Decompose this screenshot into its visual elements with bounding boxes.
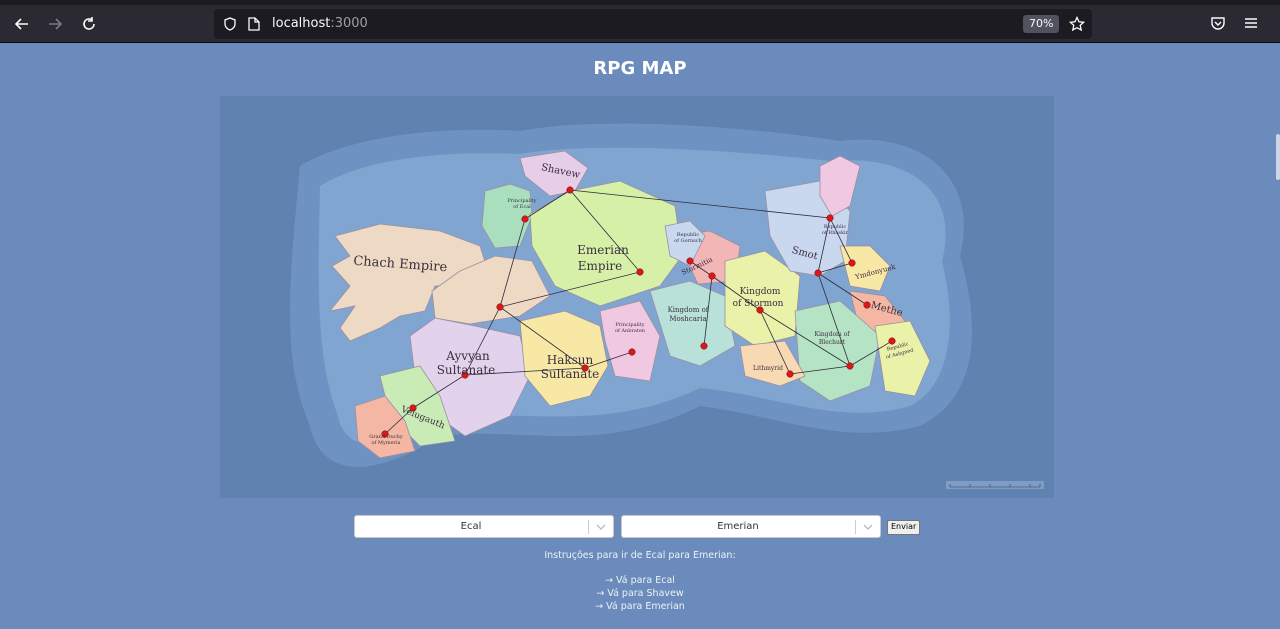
select-separator — [588, 520, 589, 534]
reload-button[interactable] — [74, 9, 104, 39]
map-scale-bar — [946, 481, 1044, 489]
rpg-map: Chach Empire Shavew Principality of Ecal… — [220, 96, 1054, 498]
node-chach-junction[interactable] — [496, 303, 504, 311]
origin-select-value: Ecal — [460, 521, 482, 532]
label-blechurt-1: Kingdom of — [815, 331, 851, 338]
reload-icon — [83, 17, 95, 30]
node-mosucaria[interactable] — [700, 342, 708, 350]
back-button[interactable] — [7, 9, 37, 39]
route-step: → Vá para Ecal — [605, 575, 675, 586]
route-instructions-heading: Instruções para ir de Ecal para Emerian: — [544, 550, 736, 561]
pocket-icon[interactable] — [1210, 15, 1226, 31]
label-haksun-1: Haksun — [547, 353, 594, 367]
label-rhaskir-2: of Rhaskir — [822, 230, 849, 236]
browser-toolbar: localhost:3000 70% — [0, 5, 1280, 43]
label-gornsch-2: of Gornsch — [674, 238, 702, 244]
route-step: → Vá para Emerian — [595, 601, 685, 612]
label-stormon-1: Kingdom — [740, 287, 781, 297]
node-lithmyrid[interactable] — [786, 370, 794, 378]
page-icon — [248, 17, 260, 31]
node-ecal[interactable] — [521, 215, 529, 223]
zoom-level-badge[interactable]: 70% — [1023, 15, 1060, 33]
label-ayvyan-1: Ayvyan — [445, 349, 490, 363]
scrollbar-thumb[interactable] — [1276, 134, 1280, 180]
node-rhaskir[interactable] — [826, 214, 834, 222]
node-blechurt[interactable] — [846, 362, 854, 370]
node-smot[interactable] — [814, 269, 822, 277]
label-ayvyan-2: Sultanate — [437, 363, 496, 377]
label-mosucaria-2: Moshcaria — [669, 315, 706, 323]
bookmark-star-icon[interactable] — [1069, 16, 1085, 32]
arrow-left-icon — [14, 18, 28, 30]
arrow-right-icon — [49, 18, 63, 30]
chevron-down-icon[interactable] — [595, 521, 607, 533]
route-step: → Vá para Shavew — [596, 588, 684, 599]
url-bar[interactable]: localhost:3000 70% — [214, 9, 1092, 39]
chevron-down-icon[interactable] — [862, 521, 874, 533]
node-shavew[interactable] — [566, 186, 574, 194]
url-port: :3000 — [330, 16, 368, 31]
origin-select[interactable]: Ecal — [354, 515, 614, 538]
node-ymdonyuek[interactable] — [848, 259, 856, 267]
destination-select-value: Emerian — [717, 521, 759, 532]
node-stormitia-east[interactable] — [708, 272, 716, 280]
label-lithmyrid: Lithmyrid — [753, 365, 783, 372]
page-title: RPG MAP — [593, 58, 687, 79]
label-anbraten-2: of Anbraten — [615, 328, 646, 334]
url-host: localhost — [272, 16, 331, 31]
label-emerian-1: Emerian — [577, 243, 629, 257]
url-text[interactable]: localhost:3000 — [272, 16, 368, 31]
node-emerian[interactable] — [636, 268, 644, 276]
label-haksun-2: Sultanate — [541, 367, 600, 381]
label-mosucaria-1: Kingdom of — [668, 306, 710, 314]
label-stormon-2: of Stormon — [733, 299, 784, 309]
label-ecal-2: of Ecal — [513, 204, 531, 210]
label-emerian-2: Empire — [578, 259, 623, 273]
submit-button[interactable]: Enviar — [887, 520, 921, 535]
shield-icon[interactable] — [223, 17, 237, 31]
destination-select[interactable]: Emerian — [621, 515, 881, 538]
menu-icon[interactable] — [1243, 15, 1259, 31]
label-blechurt-2: Blechurt — [819, 339, 846, 346]
label-mymeria-2: of Mymeria — [371, 440, 400, 446]
node-methe[interactable] — [863, 301, 871, 309]
select-separator — [855, 520, 856, 534]
node-anbraten[interactable] — [628, 348, 636, 356]
forward-button[interactable] — [40, 9, 70, 39]
node-ashgned[interactable] — [888, 337, 896, 345]
route-steps: → Vá para Ecal → Vá para Shavew → Vá par… — [0, 574, 1280, 613]
